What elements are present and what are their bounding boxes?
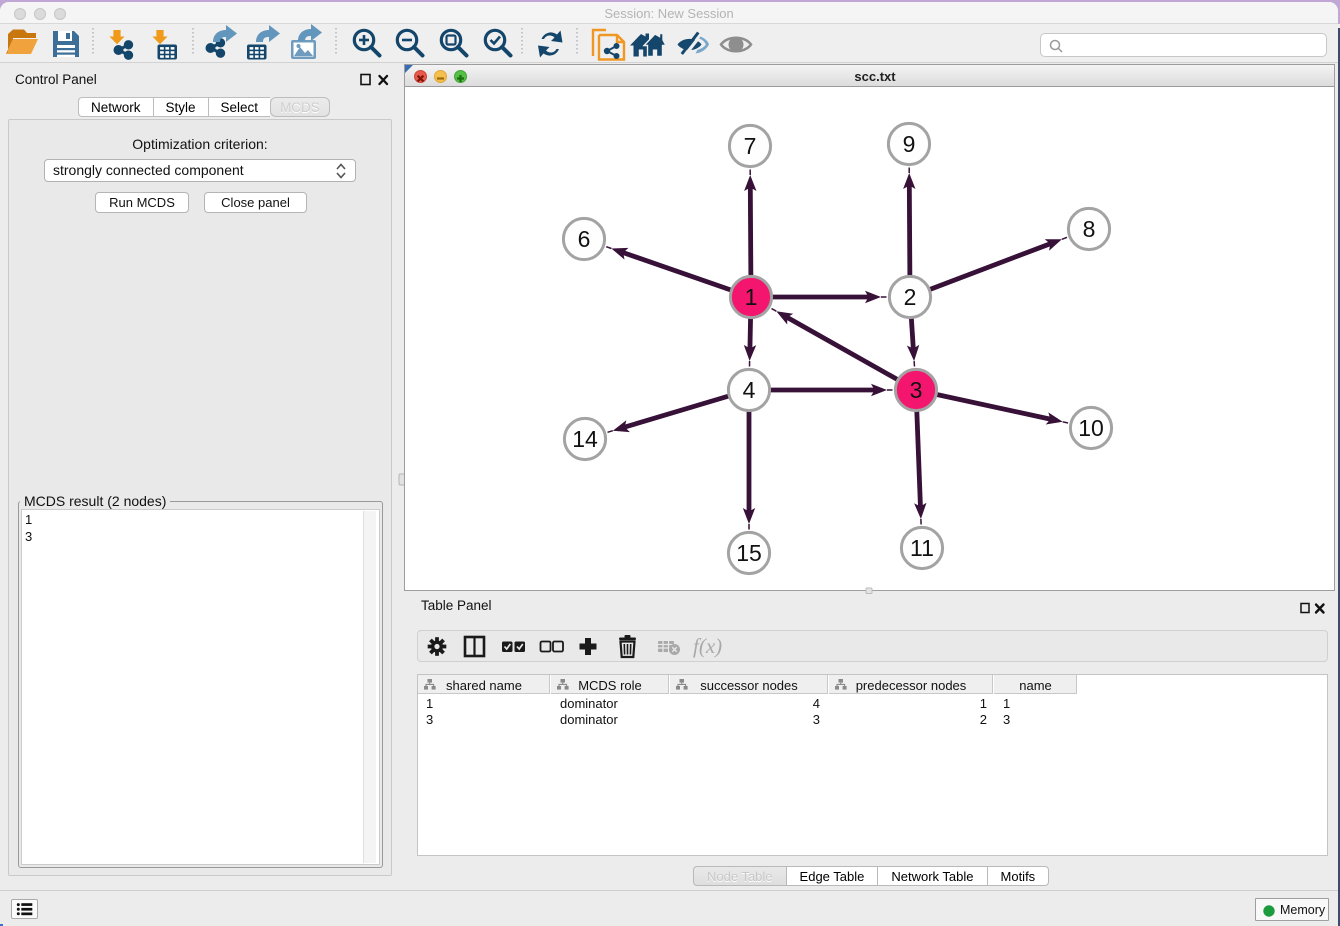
svg-text:14: 14 xyxy=(572,426,598,452)
svg-text:3: 3 xyxy=(910,377,923,403)
svg-text:f(x): f(x) xyxy=(693,634,722,658)
svg-text:10: 10 xyxy=(1078,415,1104,441)
svg-text:2: 2 xyxy=(904,284,917,310)
svg-text:11: 11 xyxy=(910,535,934,561)
svg-text:6: 6 xyxy=(578,226,591,252)
svg-text:4: 4 xyxy=(743,377,756,403)
svg-text:8: 8 xyxy=(1083,216,1096,242)
svg-text:15: 15 xyxy=(736,540,762,566)
svg-text:7: 7 xyxy=(744,133,757,159)
svg-text:9: 9 xyxy=(903,131,916,157)
svg-text:1: 1 xyxy=(745,284,758,310)
